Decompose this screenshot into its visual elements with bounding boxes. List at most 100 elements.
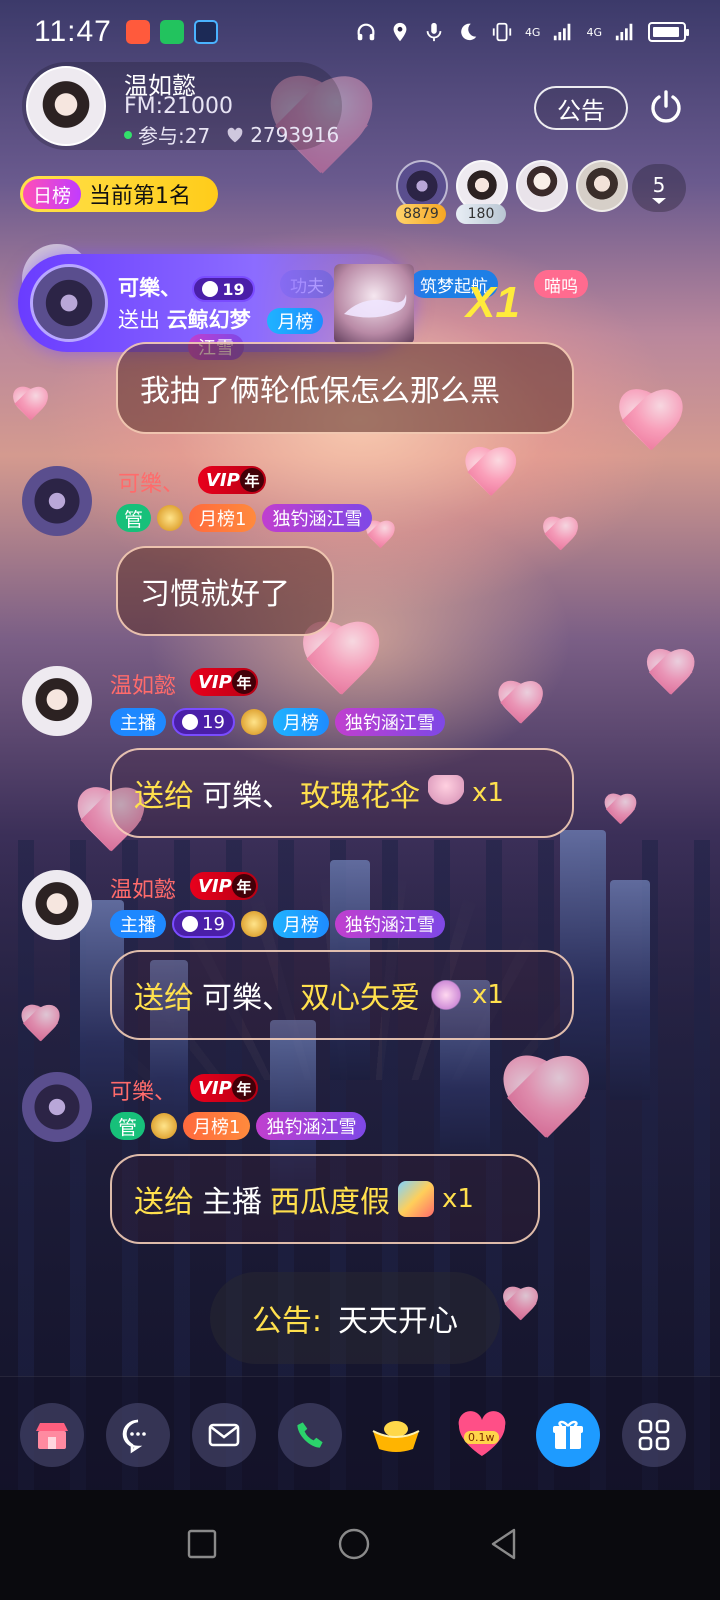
status-time: 11:47 bbox=[34, 15, 112, 48]
announcement-bar[interactable]: 公告: 天天开心 bbox=[210, 1272, 500, 1364]
battery-icon bbox=[648, 22, 689, 42]
gift-icon bbox=[553, 1420, 583, 1449]
gift-target: 可樂、 bbox=[202, 779, 292, 814]
bottom-toolbar: 0.1w bbox=[0, 1376, 720, 1490]
username[interactable]: 可樂、 bbox=[118, 466, 184, 498]
chat-icon bbox=[122, 1419, 146, 1454]
daily-rank-pill[interactable]: 日榜 当前第1名 bbox=[20, 176, 218, 212]
vip-badge: VIP 年 bbox=[190, 668, 258, 696]
notice-button[interactable]: 公告 bbox=[534, 86, 628, 130]
home-button[interactable] bbox=[328, 1518, 380, 1570]
recents-button[interactable] bbox=[176, 1518, 228, 1570]
announcement-label: 公告: bbox=[251, 1304, 323, 1339]
gift-count: x1 bbox=[472, 778, 504, 808]
role-tag: 管 bbox=[110, 1112, 146, 1140]
moon-icon bbox=[461, 23, 477, 41]
viewer-3[interactable] bbox=[516, 160, 568, 212]
watermelon-gift-icon bbox=[398, 1181, 434, 1217]
banner-gift-name: 云鲸幻梦 bbox=[166, 308, 251, 332]
viewer-1[interactable]: 8879 bbox=[396, 160, 448, 224]
cupid-arrow-gift-icon bbox=[428, 977, 464, 1013]
level-badge: 19 bbox=[192, 276, 255, 302]
vip-badge: VIP 年 bbox=[190, 872, 258, 900]
gift-button[interactable] bbox=[536, 1403, 600, 1467]
system-icons: 4G 4G bbox=[355, 21, 689, 43]
shop-icon bbox=[36, 1423, 68, 1449]
chat-button[interactable] bbox=[106, 1403, 170, 1467]
triangle-back-icon bbox=[491, 1528, 516, 1560]
gift-target: 可樂、 bbox=[202, 981, 292, 1016]
viewer-2[interactable]: 180 bbox=[456, 160, 508, 224]
medal-icon bbox=[240, 911, 267, 937]
gift-target: 主播 bbox=[202, 1185, 262, 1220]
room-stats: 参与:27 2793916 bbox=[124, 120, 339, 149]
username[interactable]: 温如懿 bbox=[110, 872, 176, 904]
likes-count: 2793916 bbox=[250, 122, 340, 147]
message-bubble: 习惯就好了 bbox=[116, 546, 334, 636]
vibrate-icon bbox=[492, 22, 512, 42]
host-card[interactable]: 温如懿 FM:21000 参与:27 2793916 bbox=[22, 62, 342, 150]
rank-tag: 月榜 bbox=[272, 910, 329, 938]
shop-button[interactable] bbox=[20, 1403, 84, 1467]
user-tags: 主播 19 月榜 独钓涵江雪 bbox=[110, 708, 445, 736]
vip-badge: VIP 年 bbox=[190, 1074, 258, 1102]
gift-verb: 送给 bbox=[134, 1185, 194, 1220]
shopping-app-icon bbox=[125, 20, 150, 44]
call-button[interactable] bbox=[278, 1403, 342, 1467]
role-tag: 主播 bbox=[110, 708, 166, 736]
system-navigation-bar bbox=[0, 1490, 720, 1600]
viewer-contribution-badge: 180 bbox=[456, 204, 506, 224]
online-count-button[interactable]: 5 bbox=[632, 164, 686, 212]
network-type-1: 4G bbox=[524, 25, 541, 39]
notification-icons bbox=[125, 20, 218, 44]
user-avatar[interactable] bbox=[22, 1072, 92, 1142]
daily-rank-text: 当前第1名 bbox=[89, 184, 192, 209]
user-tags: 管 月榜1 独钓涵江雪 bbox=[110, 1112, 367, 1140]
vip-year: 年 bbox=[232, 1076, 256, 1100]
gift-name: 双心矢爱 bbox=[300, 981, 420, 1016]
user-avatar[interactable] bbox=[22, 666, 92, 736]
medal-icon bbox=[151, 1113, 178, 1139]
mail-button[interactable] bbox=[192, 1403, 256, 1467]
username[interactable]: 温如懿 bbox=[110, 668, 176, 700]
vip-year: 年 bbox=[240, 468, 264, 492]
signal-icon bbox=[554, 23, 571, 41]
sender-avatar bbox=[30, 264, 108, 342]
chevron-down-icon bbox=[652, 197, 666, 204]
gift-message-bubble: 送给 主播 西瓜度假 x1 bbox=[110, 1154, 540, 1244]
more-menu-button[interactable] bbox=[622, 1403, 686, 1467]
medal-icon bbox=[240, 709, 267, 735]
diamond-icon bbox=[182, 714, 198, 730]
host-avatar[interactable] bbox=[26, 66, 106, 146]
gift-name: 玫瑰花伞 bbox=[300, 779, 420, 814]
gold-ingot-icon bbox=[372, 1421, 420, 1452]
diamond-icon bbox=[202, 281, 219, 297]
user-avatar[interactable] bbox=[22, 870, 92, 940]
gold-ingot-button[interactable] bbox=[364, 1403, 428, 1467]
role-tag: 主播 bbox=[110, 910, 166, 938]
power-icon[interactable] bbox=[646, 88, 686, 128]
participants-count: 参与:27 bbox=[138, 124, 211, 148]
vip-year: 年 bbox=[232, 670, 256, 694]
vip-label: VIP bbox=[198, 671, 232, 693]
gift-verb: 送给 bbox=[134, 981, 194, 1016]
user-avatar[interactable] bbox=[22, 466, 92, 536]
online-dot-icon bbox=[124, 130, 132, 139]
viewer-4[interactable] bbox=[576, 160, 628, 212]
mail-icon bbox=[208, 1423, 240, 1447]
heart-counter-badge: 0.1w bbox=[464, 1431, 499, 1444]
username[interactable]: 可樂、 bbox=[110, 1074, 176, 1106]
vip-label: VIP bbox=[198, 1077, 232, 1099]
gift-count: x1 bbox=[442, 1184, 474, 1214]
microphone-icon bbox=[426, 22, 442, 42]
banner-rank-tag: 月榜 bbox=[267, 308, 324, 334]
heart-counter-button[interactable]: 0.1w bbox=[450, 1403, 514, 1467]
gift-multiplier: X1 bbox=[466, 278, 520, 327]
gift-message-bubble: 送给 可樂、 玫瑰花伞 x1 bbox=[110, 748, 574, 838]
back-button[interactable] bbox=[478, 1518, 530, 1570]
vip-label: VIP bbox=[198, 875, 232, 897]
vip-label: VIP bbox=[206, 469, 240, 491]
network-type-2: 4G bbox=[586, 25, 602, 39]
fan-tag: 独钓涵江雪 bbox=[256, 1112, 367, 1140]
gift-count: x1 bbox=[472, 980, 504, 1010]
